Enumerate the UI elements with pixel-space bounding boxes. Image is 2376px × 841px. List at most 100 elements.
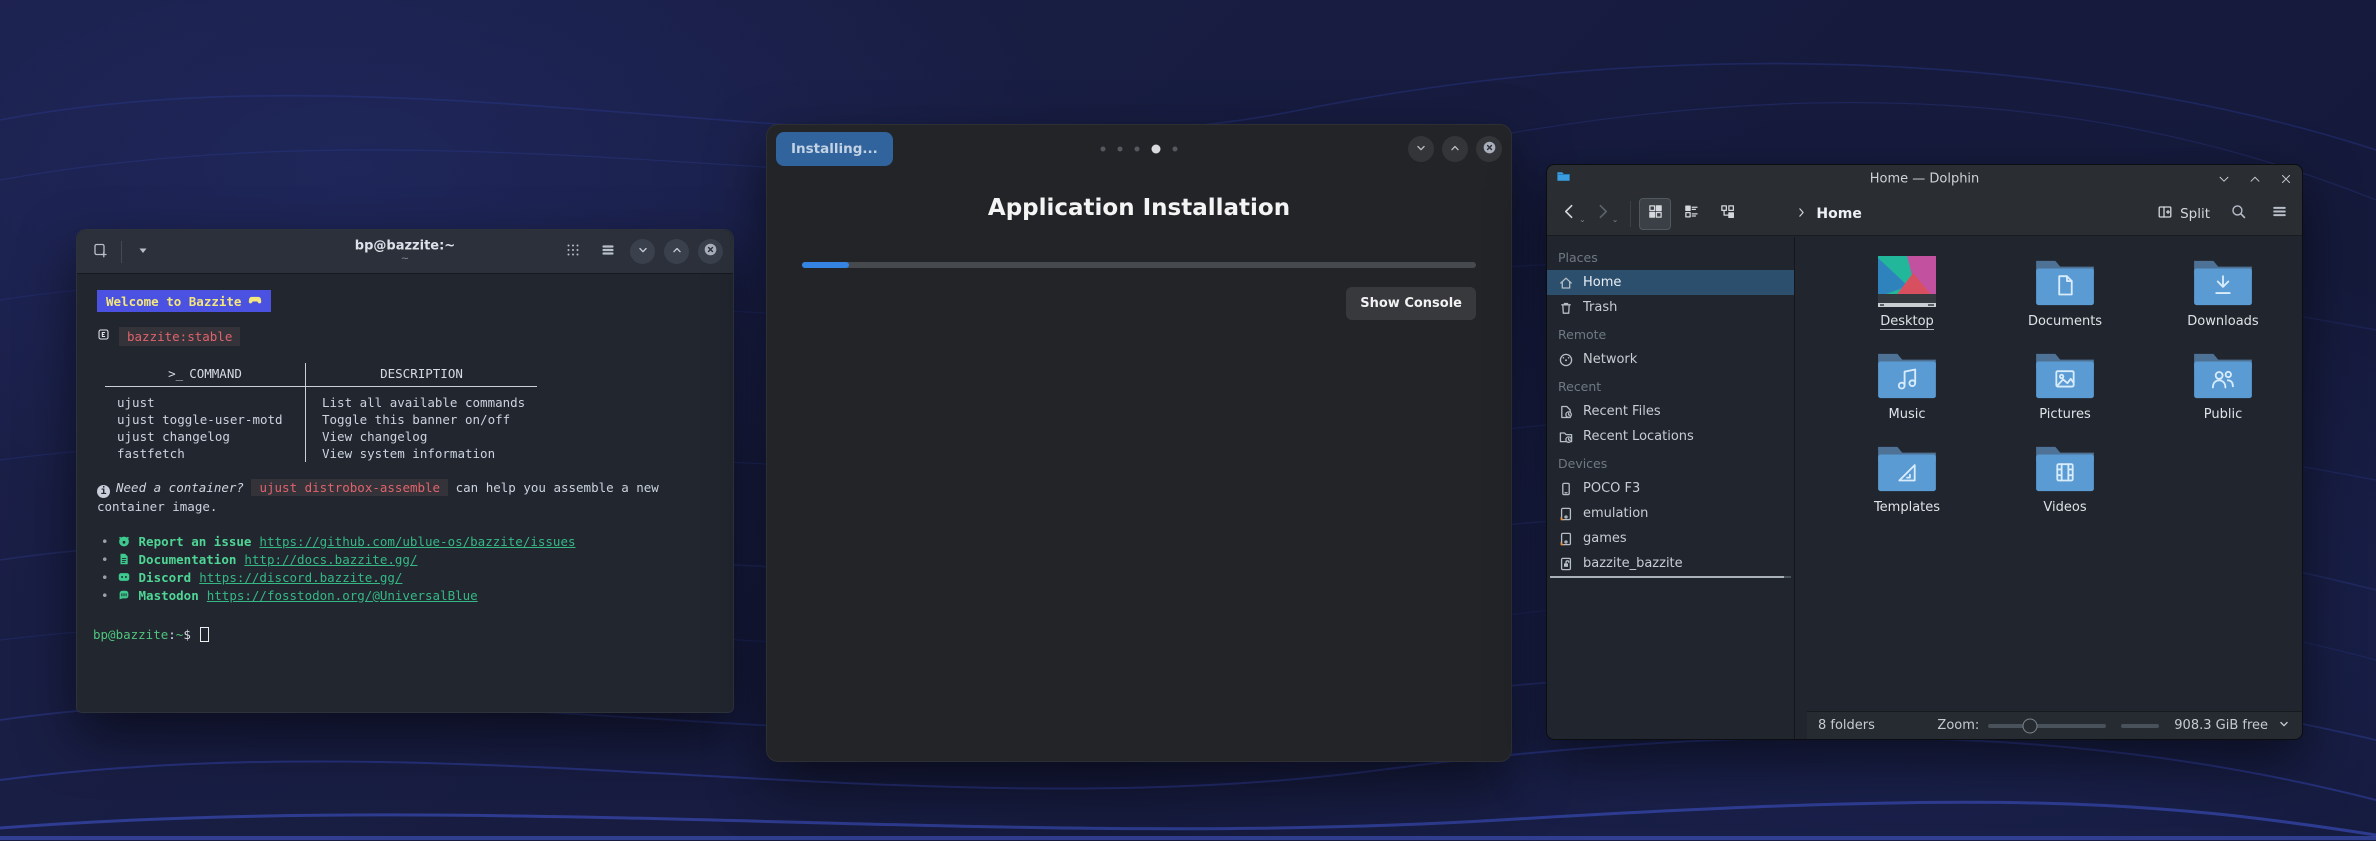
folder-label: Pictures [2039, 407, 2091, 422]
link-url[interactable]: https://fosstodon.org/@UniversalBlue [207, 587, 478, 604]
back-button[interactable]: ⌄ [1557, 199, 1590, 228]
sidebar-item-recent-files[interactable]: Recent Files [1547, 399, 1794, 424]
folder-label: Public [2203, 407, 2243, 422]
drive-system-icon [1558, 556, 1574, 572]
sidebar-item-recent-locations[interactable]: Recent Locations [1547, 424, 1794, 449]
link-url[interactable]: https://discord.bazzite.gg/ [199, 569, 402, 586]
zoom-slider-handle[interactable] [2022, 718, 2038, 733]
link-list: • Report an issue https://github.com/ublue… [101, 532, 719, 604]
details-view-button[interactable] [1675, 198, 1707, 230]
link-url[interactable]: http://docs.bazzite.gg/ [244, 551, 417, 568]
link-url[interactable]: https://github.com/ublue-os/bazzite/issu… [259, 533, 575, 550]
minimize-button[interactable] [630, 239, 655, 264]
sidebar-item-label: bazzite_bazzite [1583, 556, 1683, 571]
folder-item-music[interactable]: Music [1828, 345, 1986, 438]
status-bar: 8 folders Zoom: 908.3 GiB free [1807, 711, 2302, 739]
page-dot[interactable] [1100, 146, 1106, 152]
link-item: • Report an issue https://github.com/ublue… [101, 532, 719, 550]
tree-view-button[interactable] [1711, 198, 1743, 230]
folder-item-downloads[interactable]: Downloads [2144, 252, 2302, 345]
dolphin-titlebar: Home — Dolphin [1547, 165, 2302, 192]
page-dot[interactable] [1134, 146, 1140, 152]
forward-icon [1594, 203, 1611, 224]
maximize-button[interactable] [2248, 172, 2262, 186]
link-label: Documentation [138, 551, 237, 567]
sidebar-item-games[interactable]: games [1547, 526, 1794, 551]
maximize-button[interactable] [664, 239, 689, 264]
drive-icon [1558, 531, 1574, 547]
terminal-content: Welcome to Bazzite bazzite:stable >_ COM… [77, 274, 733, 643]
new-tab-button[interactable] [87, 239, 113, 265]
folder-label: Desktop [1880, 314, 1934, 330]
folder-item-desktop[interactable]: Desktop [1828, 252, 1986, 345]
sidebar-item-trash[interactable]: Trash [1547, 295, 1794, 320]
search-button[interactable] [2225, 201, 2251, 227]
chevron-up-icon [1448, 140, 1462, 159]
sidebar-item-bazzite-bazzite[interactable]: bazzite_bazzite [1547, 551, 1794, 576]
home-icon [1558, 275, 1574, 291]
maximize-button[interactable] [1442, 136, 1468, 162]
close-icon [2279, 172, 2293, 186]
recent-files-icon [1558, 404, 1574, 420]
page-dot[interactable] [1117, 146, 1123, 152]
folder-item-pictures[interactable]: Pictures [1986, 345, 2144, 438]
folder-item-public[interactable]: Public [2144, 345, 2302, 438]
breadcrumb[interactable]: Home [1795, 204, 1862, 223]
minimize-button[interactable] [2217, 172, 2231, 186]
discord-icon [117, 570, 131, 584]
gamepad-icon [248, 292, 262, 310]
chevron-down-icon [1414, 140, 1428, 159]
phone-icon [1558, 481, 1574, 497]
sidebar-item-network[interactable]: Network [1547, 347, 1794, 372]
zoom-label: Zoom: [1937, 718, 1980, 733]
icons-view-button[interactable] [1639, 197, 1672, 230]
description-cell: View system information [305, 445, 537, 462]
chevron-right-icon [1795, 204, 1808, 223]
installing-button[interactable]: Installing... [776, 132, 893, 166]
chevron-down-icon [2277, 717, 2291, 735]
info-icon: i [97, 485, 110, 498]
tab-dropdown-button[interactable] [130, 239, 156, 265]
zoom-slider[interactable] [1988, 718, 2107, 733]
folder-label: Templates [1873, 500, 1941, 515]
terminal-cursor[interactable] [199, 627, 209, 642]
sidebar-item-poco-f3[interactable]: POCO F3 [1547, 476, 1794, 501]
sidebar-section-title: Remote [1558, 327, 1607, 342]
sidebar-item-home[interactable]: Home [1547, 270, 1794, 295]
link-label: Discord [138, 569, 192, 585]
close-button[interactable] [2279, 172, 2293, 186]
shell-prompt: bp@bazzite:~$ [93, 626, 719, 643]
show-console-button[interactable]: Show Console [1346, 287, 1476, 320]
free-space-dropdown[interactable] [2277, 717, 2291, 735]
recent-locations-icon [1558, 429, 1574, 445]
installer-window: Installing... Application Installation S… [766, 124, 1512, 762]
network-icon [1558, 352, 1574, 368]
folder-item-videos[interactable]: Videos [1986, 438, 2144, 531]
tab-overview-button[interactable] [560, 239, 586, 265]
forward-button[interactable]: ⌄ [1590, 199, 1623, 228]
folder-item-documents[interactable]: Documents [1986, 252, 2144, 345]
page-dot[interactable] [1172, 146, 1178, 152]
chevron-down-icon [636, 242, 650, 261]
breadcrumb-home[interactable]: Home [1816, 206, 1861, 222]
close-button[interactable] [698, 239, 723, 264]
main-menu-button[interactable] [595, 239, 621, 265]
prompt-user: bp@bazzite [93, 627, 169, 642]
document-icon [117, 552, 131, 566]
page-dot-active[interactable] [1151, 144, 1161, 154]
folder-item-templates[interactable]: Templates [1828, 438, 1986, 531]
minimize-button[interactable] [1408, 136, 1434, 162]
folder-icon [1876, 438, 1938, 494]
command-cell: fastfetch [117, 446, 185, 461]
split-button[interactable]: Split [2157, 204, 2210, 224]
close-button[interactable] [1476, 136, 1502, 162]
trash-icon [1558, 300, 1574, 316]
maximize-icon [2248, 172, 2262, 186]
folder-icon [2192, 252, 2254, 308]
folder-icon [2034, 438, 2096, 494]
grid-icon [565, 242, 581, 262]
sidebar-item-emulation[interactable]: emulation [1547, 501, 1794, 526]
folder-icon [2192, 345, 2254, 401]
desktop-preview-icon [1878, 252, 1936, 308]
menu-button[interactable] [2266, 201, 2292, 227]
